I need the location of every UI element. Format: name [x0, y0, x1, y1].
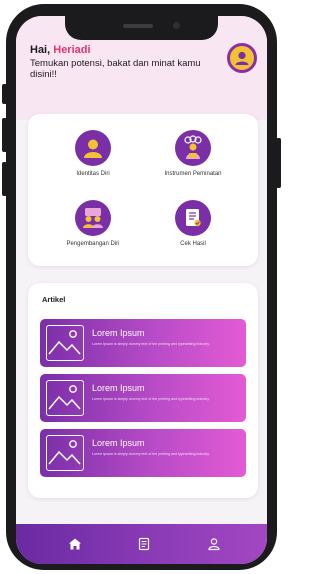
- phone-power-button: [276, 138, 281, 188]
- menu-item-label: Identitas Diri: [76, 171, 110, 177]
- user-icon-wrapper: [75, 130, 111, 166]
- app-screen: Hai, Heriadi Temukan potensi, bakat dan …: [16, 16, 267, 564]
- article-item[interactable]: Lorem Ipsum Lorem Ipsum is simply dummy …: [40, 429, 246, 477]
- menu-item-cek-hasil[interactable]: Cek Hasil: [148, 200, 238, 248]
- nav-documents[interactable]: [136, 536, 152, 552]
- phone-side-button: [2, 84, 7, 104]
- bottom-nav: [16, 524, 267, 564]
- image-placeholder-icon: [46, 325, 84, 361]
- image-placeholder-icon: [46, 435, 84, 471]
- article-item-excerpt: Lorem Ipsum is simply dummy text of the …: [92, 342, 210, 346]
- menu-item-identitas-diri[interactable]: Identitas Diri: [48, 130, 138, 178]
- front-camera: [173, 22, 180, 29]
- survey-group-icon: [184, 135, 202, 159]
- avatar-button[interactable]: [227, 43, 257, 73]
- people-development-icon-wrapper: [75, 200, 111, 236]
- article-item-excerpt: Lorem Ipsum is simply dummy text of the …: [92, 452, 210, 456]
- article-item-title: Lorem Ipsum: [92, 328, 145, 338]
- document-check-icon-wrapper: [175, 200, 211, 236]
- article-item[interactable]: Lorem Ipsum Lorem Ipsum is simply dummy …: [40, 374, 246, 422]
- document-icon: [138, 537, 150, 551]
- article-section: Artikel Lorem Ipsum Lorem Ipsum is simpl…: [28, 283, 258, 498]
- menu-item-label: Pengembangan Diri: [66, 241, 120, 247]
- greeting-prefix: Hai,: [30, 44, 51, 56]
- menu-item-instrumen-peminatan[interactable]: Instrumen Peminatan: [148, 130, 238, 178]
- home-icon: [69, 538, 81, 550]
- user-icon: [84, 139, 102, 158]
- document-check-icon: [186, 209, 201, 227]
- article-item-excerpt: Lorem Ipsum is simply dummy text of the …: [92, 397, 210, 401]
- article-section-title: Artikel: [42, 295, 66, 304]
- menu-item-label: Instrumen Peminatan: [164, 171, 222, 177]
- user-name: Heriadi: [53, 44, 91, 56]
- header-subtitle: Temukan potensi, bakat dan minat kamu di…: [30, 58, 201, 80]
- menu-card: Identitas Diri Instrumen Peminatan Penge…: [28, 114, 258, 266]
- speaker-grille: [123, 24, 153, 28]
- phone-volume-up-button: [2, 118, 7, 152]
- menu-item-label: Cek Hasil: [180, 241, 206, 247]
- survey-group-icon-wrapper: [175, 130, 211, 166]
- user-icon: [235, 51, 249, 65]
- nav-home[interactable]: [67, 536, 83, 552]
- phone-volume-down-button: [2, 162, 7, 196]
- greeting: Hai, Heriadi: [30, 44, 91, 56]
- article-item-title: Lorem Ipsum: [92, 438, 145, 448]
- profile-icon: [208, 538, 220, 551]
- menu-item-pengembangan-diri[interactable]: Pengembangan Diri: [48, 200, 138, 248]
- article-item-title: Lorem Ipsum: [92, 383, 145, 393]
- nav-profile[interactable]: [206, 536, 222, 552]
- article-item[interactable]: Lorem Ipsum Lorem Ipsum is simply dummy …: [40, 319, 246, 367]
- image-placeholder-icon: [46, 380, 84, 416]
- people-development-icon: [83, 208, 103, 228]
- phone-notch: [65, 16, 218, 40]
